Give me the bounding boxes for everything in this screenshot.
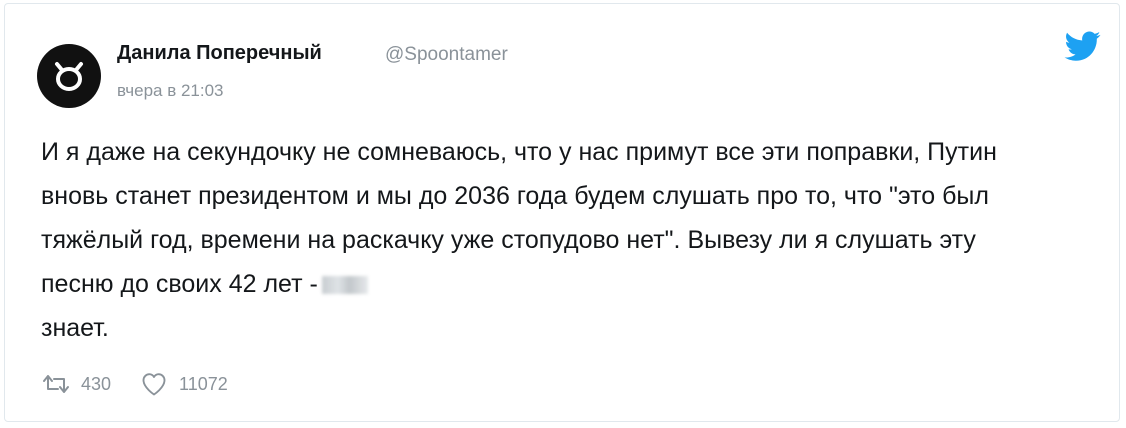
avatar-logo-icon (55, 62, 83, 91)
author-name[interactable]: Данила Поперечный (117, 42, 322, 65)
tweet-card: Данила Поперечный @Spoontamer вчера в 21… (4, 3, 1120, 422)
author-handle[interactable]: @Spoontamer (385, 44, 508, 66)
avatar[interactable] (37, 44, 101, 108)
heart-icon (142, 373, 166, 396)
retweet-icon (43, 375, 69, 393)
tweet-actions: 430 11072 (41, 364, 256, 404)
like-button[interactable]: 11072 (139, 370, 228, 398)
retweet-count: 430 (81, 373, 112, 394)
tweet-timestamp[interactable]: вчера в 21:03 (117, 81, 224, 101)
like-count: 11072 (179, 373, 228, 394)
blurred-word (321, 276, 368, 294)
tweet-text-end: знает. (41, 314, 109, 342)
tweet-text-main: И я даже на секундочку не сомневаюсь, чт… (41, 138, 997, 298)
twitter-bird-icon[interactable] (1063, 28, 1103, 64)
tweet-text: И я даже на секундочку не сомневаюсь, чт… (41, 130, 1041, 350)
retweet-button[interactable]: 430 (41, 372, 111, 396)
